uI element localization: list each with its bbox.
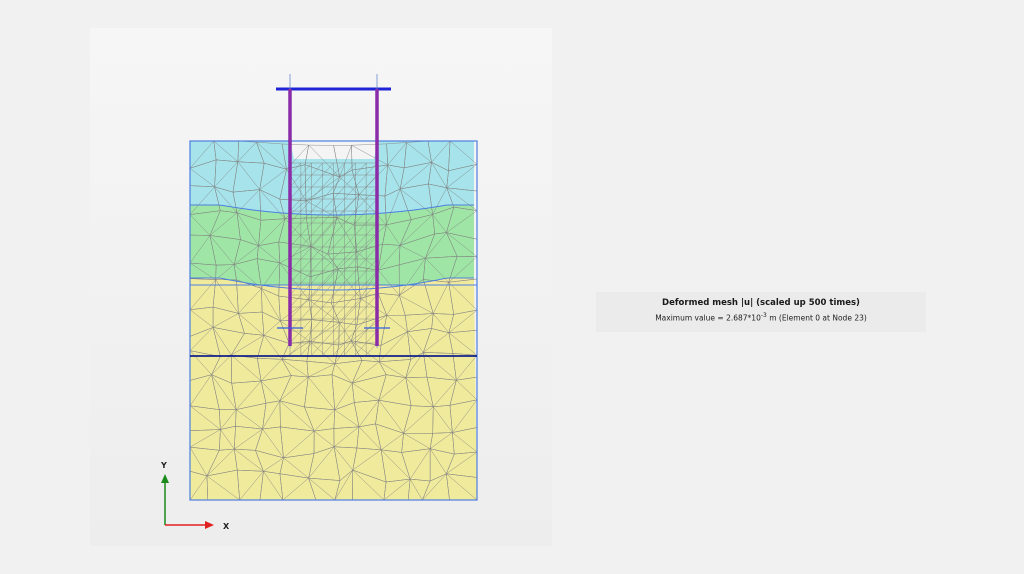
result-caption: Deformed mesh |u| (scaled up 500 times) … — [596, 292, 926, 332]
x-axis-label: X — [223, 522, 230, 531]
x-axis-arrowhead — [205, 521, 214, 529]
deformed-mesh-plot[interactable]: Y X — [90, 28, 552, 546]
model-viewport[interactable]: Y X — [90, 28, 552, 546]
y-axis-label: Y — [160, 461, 167, 470]
caption-max-value: Maximum value = 2.687*10-3 m (Element 0 … — [596, 312, 926, 323]
y-axis-arrowhead — [161, 474, 169, 483]
max-value-suffix: m (Element 0 at Node 23) — [766, 313, 867, 323]
max-value-prefix: Maximum value = 2.687*10 — [655, 313, 761, 323]
caption-title: Deformed mesh |u| (scaled up 500 times) — [662, 298, 860, 308]
